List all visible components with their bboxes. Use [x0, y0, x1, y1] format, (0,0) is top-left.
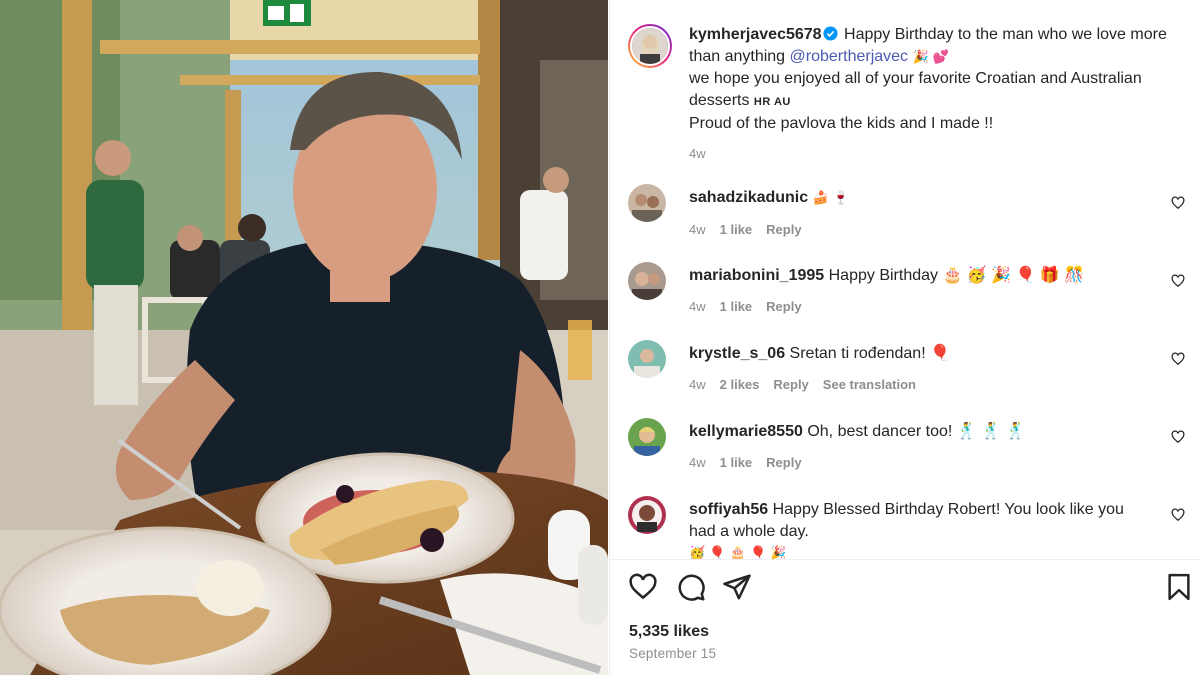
post-detail-panel: kymherjavec5678 Happy Birthday to the ma…	[609, 0, 1200, 675]
comment-avatar-image	[628, 340, 666, 378]
comment-text: 🍰 🍷	[812, 191, 850, 206]
comment-avatar-image	[628, 418, 666, 456]
bookmark-icon[interactable]	[1164, 572, 1194, 602]
comment-avatar[interactable]	[628, 418, 666, 456]
post-photo[interactable]	[0, 0, 608, 675]
comment-avatar[interactable]	[628, 496, 666, 534]
heart-icon[interactable]	[1171, 274, 1185, 288]
comment-meta: 4w 1 like Reply	[689, 296, 1149, 318]
comment-avatar-image	[628, 496, 666, 534]
likes-count[interactable]: 5,335 likes	[629, 623, 709, 641]
caption-timestamp[interactable]: 4w	[689, 143, 1179, 165]
comment-reply-button[interactable]: Reply	[773, 374, 808, 396]
comment-avatar-image	[628, 262, 666, 300]
comment-time[interactable]: 4w	[689, 219, 706, 241]
post-actions-bar	[628, 572, 1190, 604]
comment-meta: 4w 2 likes Reply See translation	[689, 374, 1149, 396]
comment-item: mariabonini_1995 Happy Birthday 🎂 🥳 🎉 🎈 …	[628, 262, 1193, 317]
post-date: September 15	[629, 646, 717, 661]
comment-text: Happy Birthday 🎂 🥳 🎉 🎈 🎁 🎊	[828, 267, 1085, 284]
author-avatar-image	[632, 28, 668, 64]
comment-time[interactable]: 4w	[689, 452, 706, 474]
heart-icon[interactable]	[1171, 196, 1185, 210]
comment-avatar[interactable]	[628, 184, 666, 222]
comment-username[interactable]: soffiyah56	[689, 501, 768, 518]
comment-username[interactable]: krystle_s_06	[689, 345, 785, 362]
verified-badge-icon	[823, 26, 838, 41]
caption-flags: HR AU	[753, 95, 791, 108]
comments-list[interactable]: sahadzikadunic 🍰 🍷 4w 1 like Reply maria…	[628, 184, 1193, 560]
comment-meta: 4w 1 like Reply	[689, 452, 1149, 474]
heart-icon[interactable]	[1171, 508, 1185, 522]
heart-icon[interactable]	[1171, 352, 1185, 366]
comment-reply-button[interactable]: Reply	[766, 452, 801, 474]
comment-likes[interactable]: 1 like	[720, 296, 753, 318]
photo-scene	[0, 0, 608, 675]
comment-reply-button[interactable]: Reply	[766, 296, 801, 318]
author-username[interactable]: kymherjavec5678	[689, 26, 822, 43]
comment-avatar[interactable]	[628, 340, 666, 378]
caption-line-3: Proud of the pavlova the kids and I made…	[689, 115, 994, 132]
comment-item: krystle_s_06 Sretan ti rođendan! 🎈 4w 2 …	[628, 340, 1193, 395]
comment-emoji-line: 🥳 🎈 🎂 🎈 🎉	[689, 546, 787, 560]
comment-likes[interactable]: 1 like	[720, 219, 753, 241]
comment-avatar-image	[628, 184, 666, 222]
comment-likes[interactable]: 2 likes	[720, 374, 760, 396]
comment-meta: 4w 1 like Reply	[689, 219, 1149, 241]
comment-username[interactable]: sahadzikadunic	[689, 189, 808, 206]
comment-username[interactable]: kellymarie8550	[689, 423, 803, 440]
share-icon[interactable]	[722, 572, 752, 602]
post-caption: kymherjavec5678 Happy Birthday to the ma…	[610, 0, 1200, 164]
see-translation-button[interactable]: See translation	[823, 374, 916, 396]
comment-text: Sretan ti rođendan! 🎈	[789, 345, 951, 362]
comment-avatar[interactable]	[628, 262, 666, 300]
comment-item: kellymarie8550 Oh, best dancer too! 🕺 🕺 …	[628, 418, 1193, 473]
actions-divider	[610, 559, 1200, 560]
caption-emoji: 🎉 💕	[912, 49, 950, 65]
exit-sign-icon	[263, 0, 311, 26]
comment-time[interactable]: 4w	[689, 296, 706, 318]
caption-mention-link[interactable]: @robertherjavec	[790, 48, 909, 65]
heart-icon[interactable]	[628, 572, 658, 602]
comment-reply-button[interactable]: Reply	[766, 219, 801, 241]
comment-likes[interactable]: 1 like	[720, 452, 753, 474]
author-avatar[interactable]	[628, 24, 672, 68]
comment-username[interactable]: mariabonini_1995	[689, 267, 824, 284]
comment-item: soffiyah56 Happy Blessed Birthday Robert…	[628, 496, 1193, 560]
comment-item: sahadzikadunic 🍰 🍷 4w 1 like Reply	[628, 184, 1193, 240]
comment-icon[interactable]	[676, 572, 706, 602]
heart-icon[interactable]	[1171, 430, 1185, 444]
comment-time[interactable]: 4w	[689, 374, 706, 396]
comment-text: Oh, best dancer too! 🕺 🕺 🕺	[807, 423, 1026, 440]
